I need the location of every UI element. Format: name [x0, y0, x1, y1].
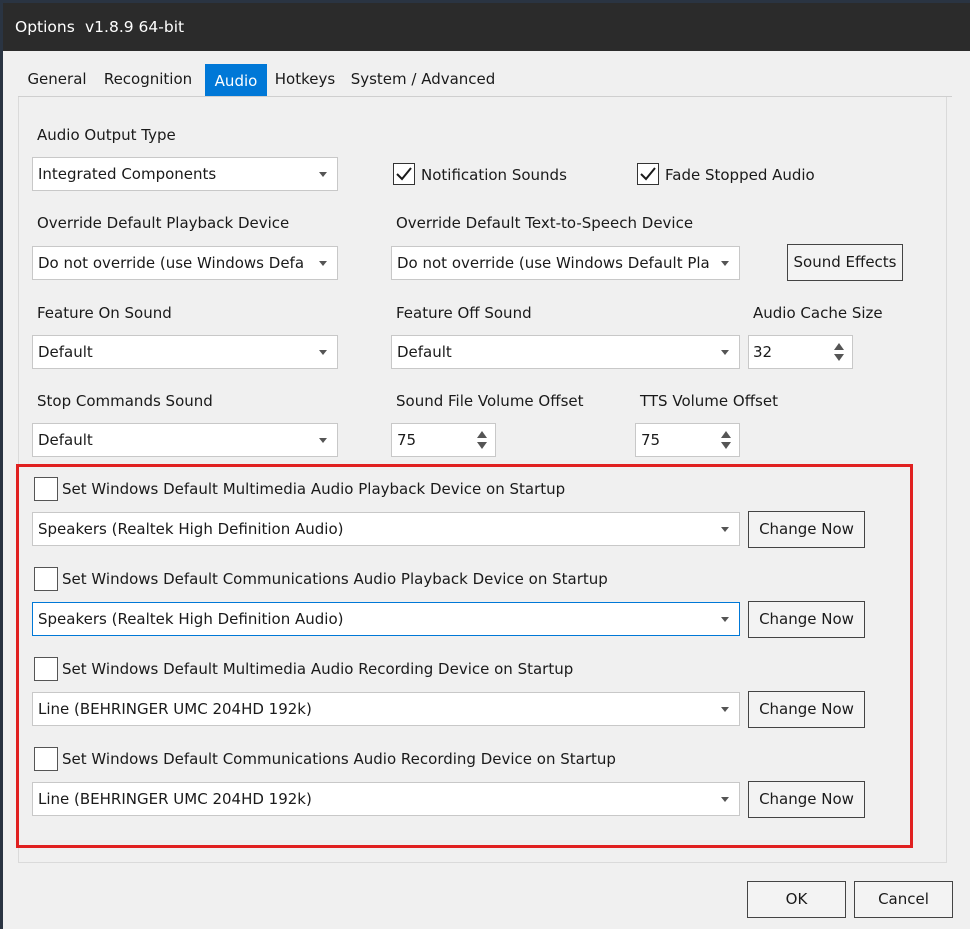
- audio-cache-size-label: Audio Cache Size: [753, 304, 883, 322]
- notification-sounds-checkbox[interactable]: [393, 163, 415, 185]
- feature-on-sound-select[interactable]: Default: [32, 335, 338, 369]
- audio-output-type-label: Audio Output Type: [37, 126, 176, 144]
- cancel-button[interactable]: Cancel: [854, 881, 953, 918]
- audio-output-type-select[interactable]: Integrated Components: [32, 157, 338, 191]
- chevron-down-icon: [721, 261, 729, 266]
- chevron-down-icon: [721, 350, 729, 355]
- feature-on-sound-value: Default: [38, 343, 93, 361]
- stop-commands-sound-value: Default: [38, 431, 93, 449]
- highlight-box: [16, 464, 913, 848]
- audio-cache-size-value: 32: [753, 343, 773, 361]
- feature-off-sound-select[interactable]: Default: [391, 335, 740, 369]
- override-tts-value: Do not override (use Windows Default Pla: [397, 254, 710, 272]
- override-playback-value: Do not override (use Windows Defa: [38, 254, 305, 272]
- feature-off-sound-label: Feature Off Sound: [396, 304, 532, 322]
- override-tts-label: Override Default Text-to-Speech Device: [396, 214, 694, 232]
- tab-system-advanced[interactable]: System / Advanced: [349, 62, 497, 97]
- tts-volume-offset-label: TTS Volume Offset: [640, 392, 778, 410]
- spin-down-icon[interactable]: [834, 354, 844, 361]
- tab-hotkeys[interactable]: Hotkeys: [271, 62, 339, 97]
- window-title: Options: [15, 18, 75, 36]
- title-bar[interactable]: Options v1.8.9 64-bit: [3, 3, 970, 51]
- feature-off-sound-value: Default: [397, 343, 452, 361]
- sound-file-volume-offset-value: 75: [397, 431, 417, 449]
- sound-file-volume-offset-label: Sound File Volume Offset: [396, 392, 584, 410]
- stop-commands-sound-select[interactable]: Default: [32, 423, 338, 457]
- spin-up-icon[interactable]: [477, 431, 487, 438]
- chevron-down-icon: [319, 261, 327, 266]
- spin-down-icon[interactable]: [721, 442, 731, 449]
- notification-sounds-label: Notification Sounds: [421, 166, 567, 184]
- audio-output-type-value: Integrated Components: [38, 165, 217, 183]
- feature-on-sound-label: Feature On Sound: [37, 304, 172, 322]
- checkmark-icon: [396, 167, 412, 181]
- tab-general[interactable]: General: [27, 62, 87, 97]
- tts-volume-offset-value: 75: [641, 431, 661, 449]
- tts-volume-offset-spinner[interactable]: 75: [635, 423, 740, 457]
- override-playback-select[interactable]: Do not override (use Windows Defa: [32, 246, 338, 280]
- stop-commands-sound-label: Stop Commands Sound: [37, 392, 213, 410]
- chevron-down-icon: [319, 438, 327, 443]
- spin-down-icon[interactable]: [477, 442, 487, 449]
- audio-cache-size-spinner[interactable]: 32: [748, 335, 853, 369]
- spin-up-icon[interactable]: [834, 343, 844, 350]
- tab-audio[interactable]: Audio: [205, 64, 267, 99]
- ok-button[interactable]: OK: [747, 881, 846, 918]
- chevron-down-icon: [319, 172, 327, 177]
- sound-file-volume-offset-spinner[interactable]: 75: [391, 423, 496, 457]
- checkmark-icon: [640, 167, 656, 181]
- override-tts-select[interactable]: Do not override (use Windows Default Pla: [391, 246, 740, 280]
- tab-recognition[interactable]: Recognition: [100, 62, 196, 97]
- window-version: v1.8.9 64-bit: [85, 18, 185, 36]
- sound-effects-button[interactable]: Sound Effects: [787, 244, 903, 281]
- override-playback-label: Override Default Playback Device: [37, 214, 290, 232]
- spin-up-icon[interactable]: [721, 431, 731, 438]
- fade-stopped-audio-checkbox[interactable]: [637, 163, 659, 185]
- fade-stopped-audio-label: Fade Stopped Audio: [665, 166, 815, 184]
- chevron-down-icon: [319, 350, 327, 355]
